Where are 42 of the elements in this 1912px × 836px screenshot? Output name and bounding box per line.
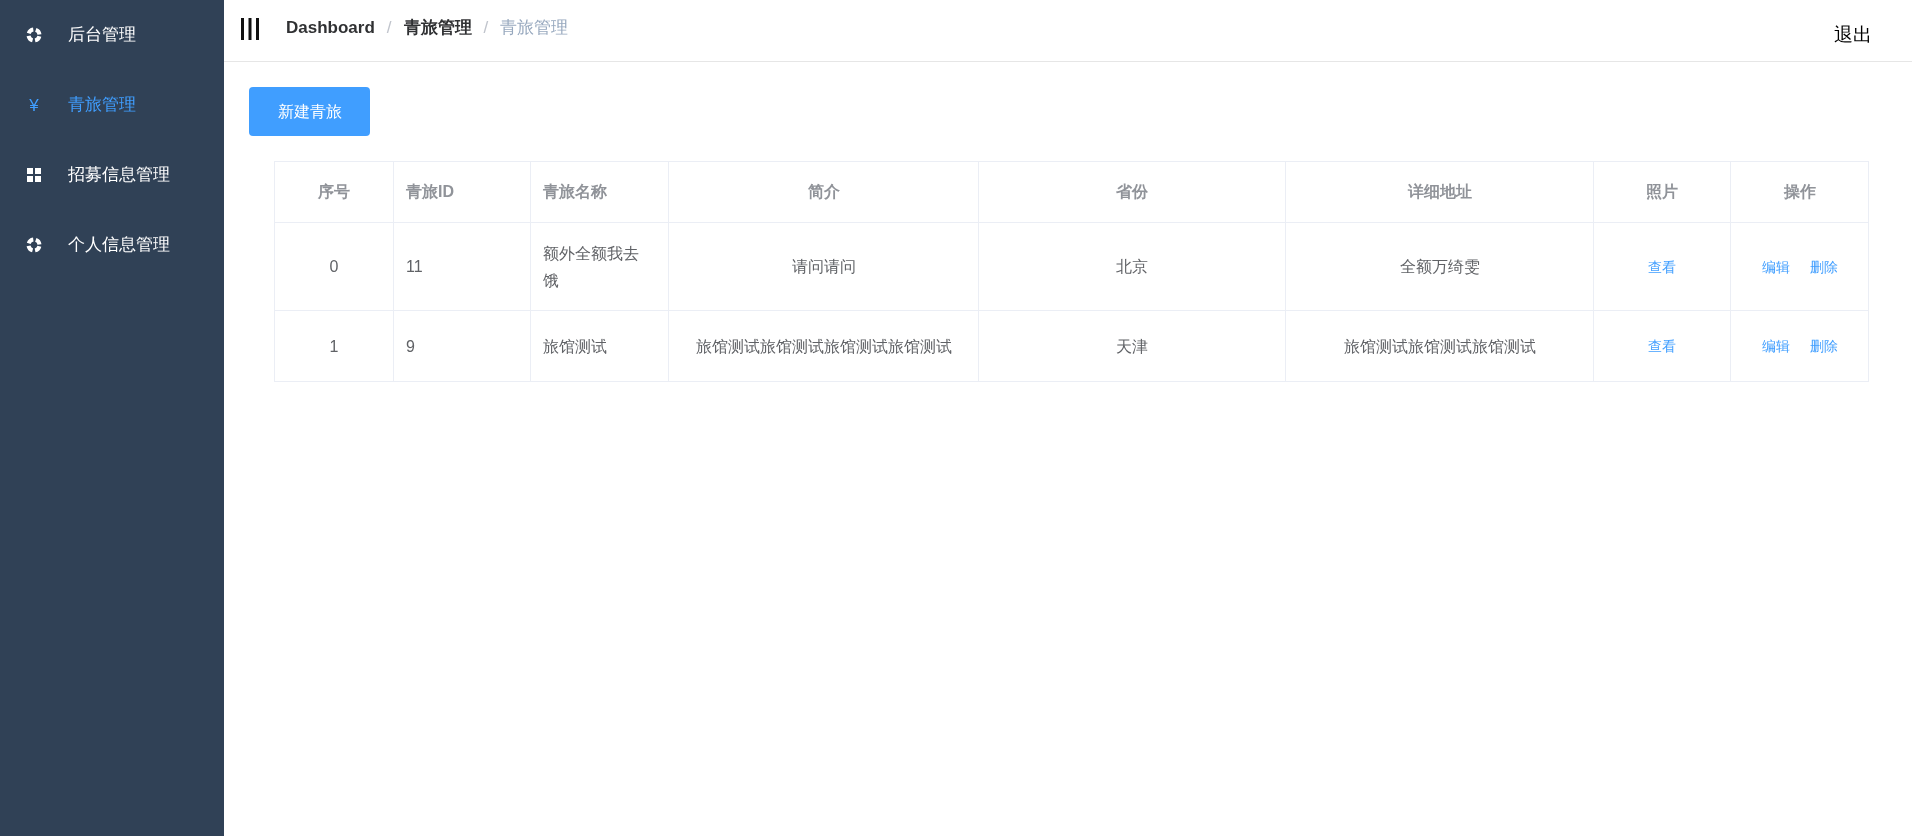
create-button[interactable]: 新建青旅 xyxy=(249,87,370,136)
table-cell: 请问请问 xyxy=(668,222,979,311)
menu-icon[interactable] xyxy=(240,16,260,41)
ring-icon xyxy=(26,27,42,43)
table-cell: 11 xyxy=(393,222,531,311)
table-cell: 额外全额我去饿 xyxy=(530,222,669,311)
table-cell: 旅馆测试 xyxy=(530,310,669,382)
column-header: 简介 xyxy=(668,161,979,223)
edit-link[interactable]: 编辑 xyxy=(1761,256,1790,278)
column-header: 序号 xyxy=(274,161,394,223)
breadcrumb-item[interactable]: 青旅管理 xyxy=(403,14,472,41)
grid-icon xyxy=(26,167,42,183)
column-header: 省份 xyxy=(978,161,1286,223)
logout-button[interactable]: 退出 xyxy=(1834,21,1872,50)
table-cell: 北京 xyxy=(978,222,1286,311)
sidebar-item[interactable]: 个人信息管理 xyxy=(0,210,224,280)
sidebar-item[interactable]: 招募信息管理 xyxy=(0,140,224,210)
column-header: 操作 xyxy=(1730,161,1869,223)
table-cell: 旅馆测试旅馆测试旅馆测试旅馆测试 xyxy=(668,310,979,382)
breadcrumb-item: 青旅管理 xyxy=(500,16,569,39)
table-cell: 9 xyxy=(393,310,531,382)
delete-link[interactable]: 删除 xyxy=(1809,336,1838,357)
breadcrumb-item[interactable]: Dashboard xyxy=(286,14,375,41)
table-cell: 旅馆测试旅馆测试旅馆测试 xyxy=(1285,310,1594,382)
table-cell: 全额万绮雯 xyxy=(1285,222,1594,311)
column-header: 青旅ID xyxy=(393,161,531,223)
view-link[interactable]: 查看 xyxy=(1648,338,1676,354)
sidebar-item[interactable]: 后台管理 xyxy=(0,0,224,70)
edit-link[interactable]: 编辑 xyxy=(1761,336,1790,357)
column-header: 详细地址 xyxy=(1285,161,1594,223)
column-header: 青旅名称 xyxy=(530,161,669,223)
sidebar-item[interactable]: ¥ 青旅管理 xyxy=(0,70,224,140)
table-cell: 天津 xyxy=(978,310,1286,382)
yen-icon: ¥ xyxy=(26,96,42,114)
table-cell: 0 xyxy=(274,222,394,311)
delete-link[interactable]: 删除 xyxy=(1809,256,1838,278)
ring-icon xyxy=(26,237,42,253)
column-header: 照片 xyxy=(1593,161,1731,223)
view-link[interactable]: 查看 xyxy=(1648,258,1676,275)
table-cell: 1 xyxy=(274,310,394,382)
breadcrumb-separator: / xyxy=(483,16,489,39)
breadcrumb-separator: / xyxy=(386,16,392,39)
